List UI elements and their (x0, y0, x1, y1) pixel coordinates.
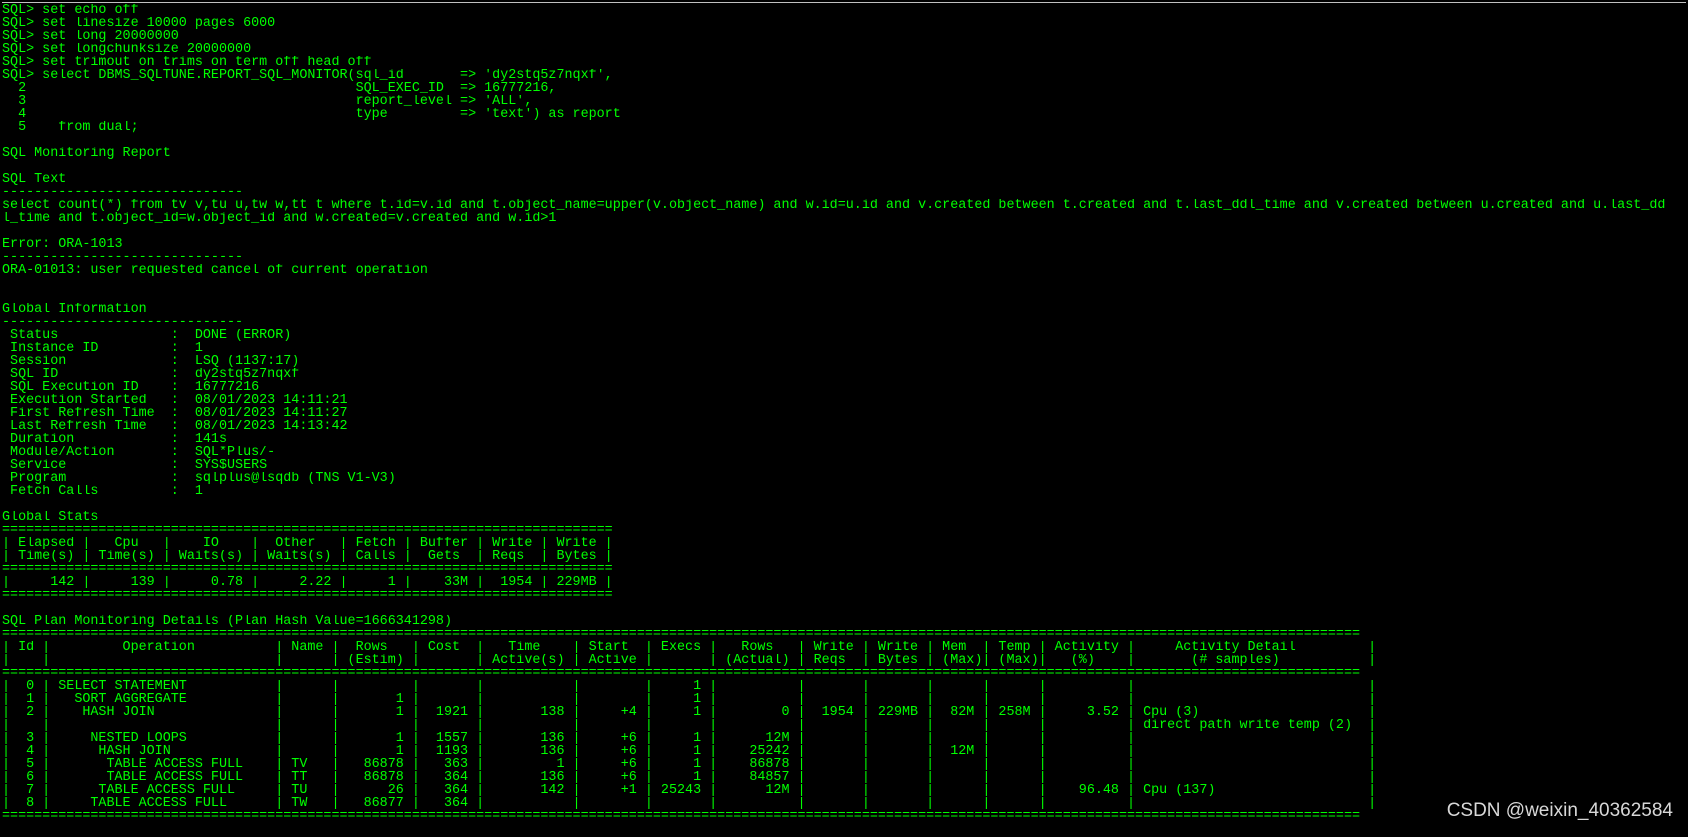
terminal-line: | 0 | SELECT STATEMENT | | | | | | 1 | |… (2, 680, 1377, 693)
terminal-line: SQL ID : dy2stq5z7nqxf (2, 368, 300, 381)
terminal-output[interactable]: SQL> set echo off SQL> set linesize 10000… (2, 2, 1686, 835)
terminal-line: First Refresh Time : 08/01/2023 14:11:27 (2, 407, 348, 420)
terminal-line: ========================================… (2, 589, 613, 602)
terminal-line: ------------------------------ (2, 251, 244, 264)
terminal-line: Status : DONE (ERROR) (2, 329, 292, 342)
terminal-line: Program : sqlplus@lsqdb (TNS V1-V3) (2, 472, 396, 485)
terminal-line: SQL Text (2, 173, 67, 186)
terminal-line: ------------------------------ (2, 186, 244, 199)
terminal-line: l_time and t.object_id=w.object_id and w… (2, 212, 557, 225)
terminal-line: | Time(s) | Time(s) | Waits(s) | Waits(s… (2, 550, 613, 563)
terminal-line: ========================================… (2, 628, 1361, 641)
terminal-line: 2 SQL_EXEC_ID => 16777216, (2, 82, 557, 95)
terminal-line: ========================================… (2, 563, 613, 576)
terminal-line: SQL> set linesize 10000 pages 6000 (2, 17, 276, 30)
terminal-line: | 5 | TABLE ACCESS FULL | TV | 86878 | 3… (2, 758, 1377, 771)
terminal-line: | 7 | TABLE ACCESS FULL | TU | 26 | 364 … (2, 784, 1377, 797)
terminal-line: | 1 | SORT AGGREGATE | | 1 | | | | 1 | |… (2, 693, 1377, 706)
terminal-line: ------------------------------ (2, 316, 244, 329)
terminal-line: Error: ORA-1013 (2, 238, 123, 251)
terminal-line: | 8 | TABLE ACCESS FULL | TW | 86877 | 3… (2, 797, 1377, 810)
terminal-line: ========================================… (2, 810, 1361, 823)
terminal-line: ========================================… (2, 524, 613, 537)
terminal-line: Global Stats (2, 511, 99, 524)
terminal-line: Module/Action : SQL*Plus/- (2, 446, 276, 459)
terminal-line: 4 type => 'text') as report (2, 108, 621, 121)
terminal-line: | 142 | 139 | 0.78 | 2.22 | 1 | 33M | 19… (2, 576, 613, 589)
terminal-line: | 2 | HASH JOIN | | 1 | 1921 | 138 | +4 … (2, 706, 1377, 719)
terminal-line: SQL Plan Monitoring Details (Plan Hash V… (2, 615, 452, 628)
terminal-line: ORA-01013: user requested cancel of curr… (2, 264, 428, 277)
terminal-line: Last Refresh Time : 08/01/2023 14:13:42 (2, 420, 348, 433)
terminal-line: | Elapsed | Cpu | IO | Other | Fetch | B… (2, 537, 613, 550)
terminal-line: | 3 | NESTED LOOPS | | 1 | 1557 | 136 | … (2, 732, 1377, 745)
terminal-line: | 4 | HASH JOIN | | 1 | 1193 | 136 | +6 … (2, 745, 1377, 758)
terminal-line: SQL> set echo off (2, 4, 139, 17)
terminal-line: select count(*) from tv v,tu u,tw w,tt t… (2, 199, 1666, 212)
terminal-line: SQL> set long 20000000 (2, 30, 179, 43)
terminal-line: 3 report_level => 'ALL', (2, 95, 533, 108)
terminal-line: | | | | | | | | | | | | | | | direct pat… (2, 719, 1377, 732)
terminal-line: 5 from dual; (2, 121, 139, 134)
terminal-line: SQL> set trimout on trims on term off he… (2, 56, 372, 69)
csdn-watermark: CSDN @weixin_40362584 (1446, 800, 1673, 821)
terminal-line: Service : SYS$USERS (2, 459, 268, 472)
terminal-line: SQL Execution ID : 16777216 (2, 381, 260, 394)
terminal-line: Execution Started : 08/01/2023 14:11:21 (2, 394, 348, 407)
terminal-line: Duration : 141s (2, 433, 227, 446)
terminal-line: SQL> select DBMS_SQLTUNE.REPORT_SQL_MONI… (2, 69, 613, 82)
terminal-line: | Id | Operation | Name | Rows | Cost | … (2, 641, 1377, 654)
terminal-line: SQL> set longchunksize 20000000 (2, 43, 252, 56)
terminal-line: Instance ID : 1 (2, 342, 203, 355)
terminal-line: | 6 | TABLE ACCESS FULL | TT | 86878 | 3… (2, 771, 1377, 784)
terminal-line: Session : LSQ (1137:17) (2, 355, 300, 368)
terminal-line: Global Information (2, 303, 147, 316)
terminal-line: Fetch Calls : 1 (2, 485, 203, 498)
terminal-line: | | | | (Estim) | | Active(s) | Active |… (2, 654, 1377, 667)
terminal-line: ========================================… (2, 667, 1361, 680)
terminal-line: SQL Monitoring Report (2, 147, 171, 160)
